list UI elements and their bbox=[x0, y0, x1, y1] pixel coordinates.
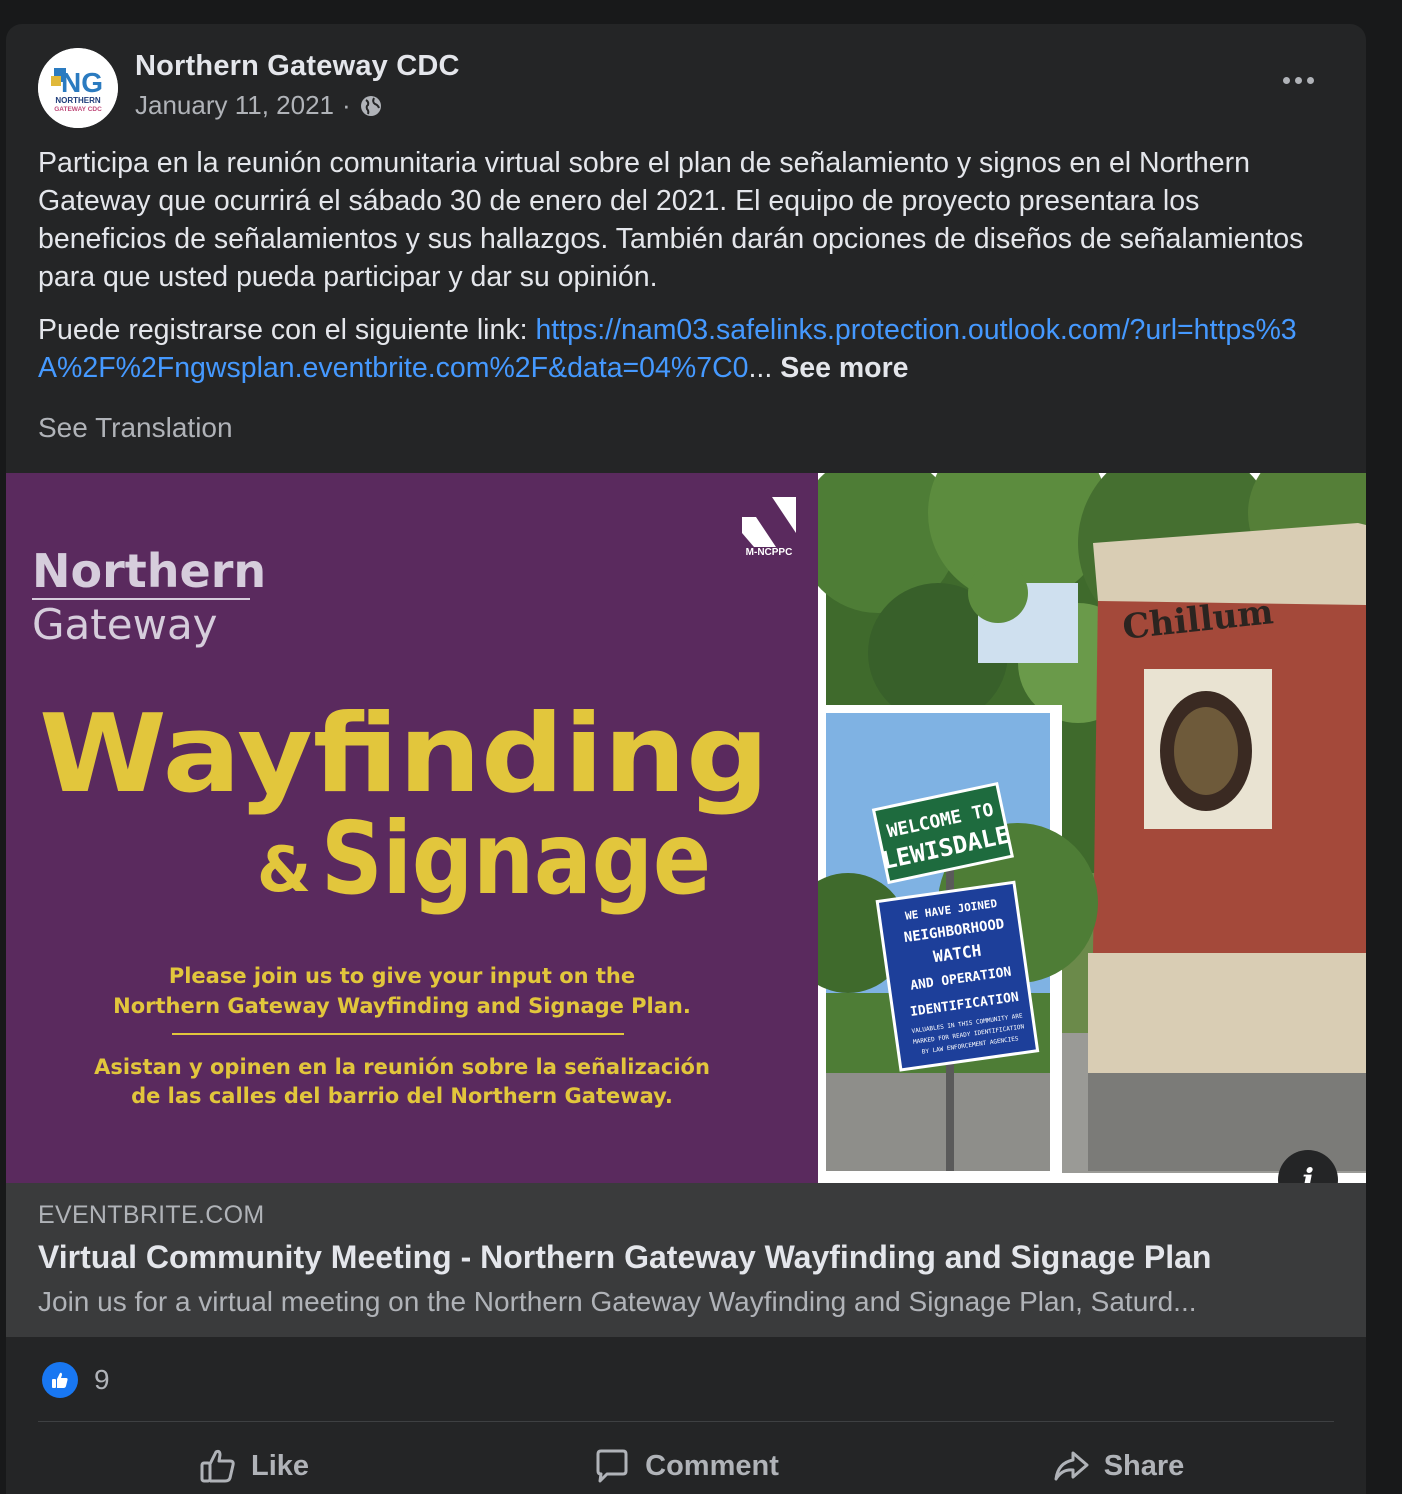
register-prefix: Puede registrarse con el siguiente link: bbox=[38, 314, 536, 346]
like-button[interactable]: Like bbox=[38, 1436, 470, 1494]
action-divider bbox=[38, 1421, 1334, 1422]
photo-svg: Chillum WELCOME TO LEWISDALE WE HAVE JOI… bbox=[788, 423, 1366, 1183]
like-reaction-icon bbox=[42, 1362, 78, 1398]
post-paragraph-2: Puede registrarse con el siguiente link:… bbox=[38, 311, 1328, 387]
headline-wayfinding: Wayfinding bbox=[39, 692, 769, 817]
ellipsis: ... bbox=[748, 352, 773, 384]
link-description: Join us for a virtual meeting on the Nor… bbox=[38, 1286, 1197, 1317]
headline-ampersand: & bbox=[257, 833, 311, 906]
lewisdale-photo: WELCOME TO LEWISDALE WE HAVE JOINED NEIG… bbox=[788, 705, 1098, 1183]
thumbs-up-icon bbox=[200, 1449, 235, 1483]
post-card: NG NORTHERN GATEWAY CDC Northern Gateway… bbox=[6, 24, 1366, 1494]
reaction-summary[interactable]: 9 bbox=[42, 1362, 110, 1398]
avatar-line1: NORTHERN bbox=[55, 96, 101, 105]
page-name-link[interactable]: Northern Gateway CDC bbox=[135, 50, 460, 83]
more-options-icon bbox=[1282, 76, 1290, 84]
comment-icon bbox=[596, 1449, 628, 1483]
logo-text: M-NCPPC bbox=[746, 547, 793, 558]
avatar-initials: NG bbox=[61, 67, 103, 98]
comment-button[interactable]: Comment bbox=[470, 1436, 902, 1494]
mncppc-logo: M-NCPPC bbox=[742, 497, 796, 558]
post-date[interactable]: January 11, 2021 bbox=[135, 90, 334, 121]
see-translation-link[interactable]: See Translation bbox=[38, 412, 233, 444]
meta-separator: · bbox=[342, 90, 351, 120]
brand-northern: Northern bbox=[32, 544, 266, 598]
reaction-count: 9 bbox=[94, 1364, 110, 1395]
more-options-button[interactable] bbox=[1278, 68, 1318, 92]
see-more-button[interactable]: See more bbox=[780, 352, 908, 384]
share-icon bbox=[1054, 1451, 1089, 1481]
globe-icon[interactable] bbox=[359, 94, 383, 118]
comment-label: Comment bbox=[645, 1449, 779, 1482]
brand-gateway: Gateway bbox=[32, 600, 218, 649]
link-preview-meta[interactable]: EVENTBRITE.COM Virtual Community Meeting… bbox=[6, 1183, 1366, 1337]
spanish-line-1: Asistan y opinen en la reunión sobre la … bbox=[94, 1055, 710, 1079]
link-domain: EVENTBRITE.COM bbox=[38, 1201, 265, 1229]
avatar-line2: GATEWAY CDC bbox=[54, 106, 102, 113]
post-body: Participa en la reunión comunitaria virt… bbox=[38, 144, 1328, 402]
ngcdc-logo: NG NORTHERN GATEWAY CDC bbox=[38, 48, 118, 128]
promo-svg: M-NCPPC Northern Gateway Wayfinding & Si… bbox=[6, 473, 818, 1183]
post-paragraph-1: Participa en la reunión comunitaria virt… bbox=[38, 147, 1304, 293]
share-label: Share bbox=[1103, 1449, 1185, 1482]
photo-collage: Chillum WELCOME TO LEWISDALE WE HAVE JOI… bbox=[788, 423, 1366, 1183]
english-line-2: Northern Gateway Wayfinding and Signage … bbox=[113, 994, 691, 1018]
action-bar: Like Comment Share bbox=[38, 1436, 1334, 1494]
promo-divider bbox=[172, 1033, 624, 1035]
page-avatar[interactable]: NG NORTHERN GATEWAY CDC bbox=[38, 48, 118, 128]
share-button[interactable]: Share bbox=[902, 1436, 1334, 1494]
post-meta: January 11, 2021 · bbox=[135, 90, 383, 121]
like-label: Like bbox=[250, 1449, 310, 1482]
link-preview-image[interactable]: M-NCPPC Northern Gateway Wayfinding & Si… bbox=[6, 423, 1366, 1183]
headline-signage: Signage bbox=[321, 800, 711, 917]
spanish-line-2: de las calles del barrio del Northern Ga… bbox=[131, 1084, 673, 1108]
link-title: Virtual Community Meeting - Northern Gat… bbox=[38, 1239, 1212, 1275]
english-line-1: Please join us to give your input on the bbox=[169, 964, 635, 988]
promo-graphic: M-NCPPC Northern Gateway Wayfinding & Si… bbox=[6, 473, 818, 1183]
